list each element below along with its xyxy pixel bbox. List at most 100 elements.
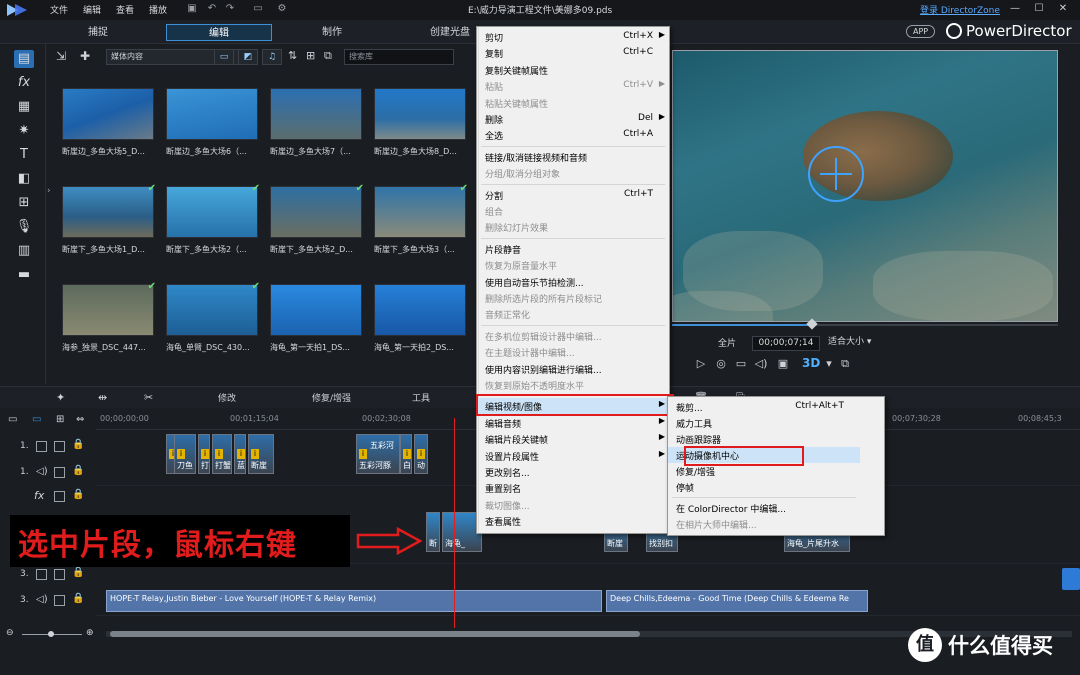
menu-item[interactable]: 查看属性 <box>477 513 669 529</box>
track-manager-icon[interactable]: ⊞ <box>56 414 64 425</box>
menu-item[interactable]: 使用自动音乐节拍检测... <box>477 274 669 290</box>
chapter-room-icon[interactable]: ▥ <box>14 242 34 260</box>
login-link[interactable]: 登录 DirectorZone <box>920 3 1000 16</box>
preview-scrubber[interactable] <box>672 318 1058 330</box>
menu-item[interactable]: 剪切 Ctrl+X ▶ <box>477 29 669 45</box>
menu-item[interactable]: 全选 Ctrl+A <box>477 127 669 143</box>
import-icon[interactable]: ⇲ <box>56 49 66 63</box>
zoom-handle[interactable] <box>48 631 54 637</box>
pip-room-icon[interactable]: ▦ <box>14 98 34 116</box>
redo-icon[interactable]: ↷ <box>224 3 236 15</box>
menu-item[interactable]: 停帧 <box>668 479 860 495</box>
menu-item[interactable]: 复制 Ctrl+C <box>477 45 669 61</box>
media-library-item[interactable]: ✔ 断崖下_多鱼大场2_D... <box>270 183 364 280</box>
menu-item[interactable]: 编辑片段关键帧 ▶ <box>477 431 669 447</box>
filter-audio-icon[interactable]: ♫ <box>262 49 282 65</box>
media-library-item[interactable]: ✔ 断崖下_多鱼大场2（... <box>166 183 260 280</box>
menu-item[interactable]: 威力工具 <box>668 415 860 431</box>
menu-item[interactable]: 在 ColorDirector 中编辑... <box>668 500 860 516</box>
thumbnail-size-icon[interactable]: ⧉ <box>324 49 332 63</box>
media-library-item[interactable]: 断崖边_多鱼大场7（... <box>270 88 362 182</box>
library-search-input[interactable]: 搜索库 <box>344 49 454 65</box>
timeline-zoom-slider[interactable]: ⊖ ⊕ <box>6 628 96 640</box>
subtitle-room-icon[interactable]: ▬ <box>14 266 34 284</box>
lock-icon[interactable]: 🔒 <box>72 439 84 450</box>
media-library-item[interactable]: ✔ 海龟_单臂_DSC_430... <box>166 281 260 378</box>
video-clip[interactable]: i蓝 <box>234 434 246 474</box>
preview-quality[interactable]: 全片 <box>702 336 752 349</box>
filter-video-icon[interactable]: ▭ <box>214 49 234 65</box>
menu-item[interactable]: 更改别名... <box>477 464 669 480</box>
video-clip[interactable]: i 刀鱼 <box>174 434 196 474</box>
video-clip[interactable]: i 断崖 <box>248 434 274 474</box>
audio-clip[interactable]: HOPE-T Relay,Justin Bieber - Love Yourse… <box>106 590 602 612</box>
scissors-icon[interactable]: ✂ <box>144 391 153 404</box>
volume-icon[interactable]: ◁) <box>754 357 768 371</box>
zoom-in-icon[interactable]: ⊕ <box>86 628 94 638</box>
video-clip[interactable]: i打 <box>198 434 210 474</box>
menu-file[interactable]: 文件 <box>50 3 68 16</box>
save-icon[interactable]: ▣ <box>186 3 198 15</box>
fix-enhance-button[interactable]: 修复/增强 <box>312 391 351 404</box>
tab-edit[interactable]: 编辑 <box>166 24 272 41</box>
timecode-display[interactable]: 00;00;07;14 <box>752 336 820 351</box>
external-display-icon[interactable]: ▣ <box>776 357 790 371</box>
video-clip[interactable]: i 打蟹 <box>212 434 232 474</box>
plugin-icon[interactable]: ✚ <box>80 49 90 63</box>
media-room-icon[interactable]: ▤ <box>14 50 34 68</box>
audio-mixing-room-icon[interactable]: ⊞ <box>14 194 34 212</box>
split-icon[interactable]: ⇹ <box>98 391 107 404</box>
menu-item[interactable]: 链接/取消链接视频和音频 <box>477 149 669 165</box>
aspect-ratio-icon[interactable]: ▭ <box>246 3 270 15</box>
menu-play[interactable]: 播放 <box>149 3 167 16</box>
menu-item[interactable]: 编辑音频 ▶ <box>477 415 669 431</box>
undo-icon[interactable]: ↶ <box>206 3 218 15</box>
audio-clip[interactable]: Deep Chills,Edeema - Good Time (Deep Chi… <box>606 590 868 612</box>
chevron-down-icon[interactable]: ▾ <box>822 357 836 371</box>
tab-produce[interactable]: 制作 <box>282 24 382 41</box>
side-share-icon[interactable] <box>1062 568 1080 590</box>
voice-over-room-icon[interactable]: 🎙 <box>14 218 34 236</box>
grid-view-icon[interactable]: ⊞ <box>306 49 315 62</box>
play-icon[interactable]: ▷ <box>694 357 708 371</box>
lock-icon[interactable]: 🔒 <box>72 489 84 500</box>
playhead[interactable] <box>454 418 455 628</box>
menu-item[interactable]: 使用内容识别编辑进行编辑... <box>477 361 669 377</box>
close-icon[interactable]: ✕ <box>1054 2 1072 16</box>
track-enable-checkbox[interactable] <box>54 595 65 606</box>
media-library-item[interactable]: 断崖边_多鱼大场8_D... <box>374 88 466 182</box>
minimize-icon[interactable]: — <box>1006 2 1024 16</box>
media-library-item[interactable]: ✔ 断崖下_多鱼大场3（... <box>374 183 468 280</box>
menu-item[interactable]: 分割 Ctrl+T <box>477 187 669 203</box>
menu-edit[interactable]: 编辑 <box>83 3 101 16</box>
lock-icon[interactable]: 🔒 <box>72 465 84 476</box>
tab-capture[interactable]: 捕捉 <box>48 24 148 41</box>
track-enable-checkbox[interactable] <box>54 441 65 452</box>
maximize-icon[interactable]: ☐ <box>1030 2 1048 16</box>
media-library-item[interactable]: ✔ 断崖下_多鱼大场1_D... <box>62 183 156 280</box>
menu-item[interactable]: 动画跟踪器 <box>668 431 860 447</box>
video-clip[interactable]: i白 <box>400 434 412 474</box>
preview-window[interactable] <box>672 50 1058 322</box>
title-room-icon[interactable]: T <box>14 146 34 164</box>
track-enable-checkbox[interactable] <box>54 569 65 580</box>
video-clip[interactable]: 断 <box>426 512 440 552</box>
subtitle-icon[interactable]: ▭ <box>734 357 748 371</box>
modify-button[interactable]: 修改 <box>218 391 236 404</box>
tools-button[interactable]: 工具 <box>412 391 430 404</box>
scrollbar-thumb[interactable] <box>110 631 640 637</box>
media-library-item[interactable]: 海龟_第一天拍2_DS... <box>374 284 466 378</box>
undock-icon[interactable]: ⧉ <box>838 357 852 371</box>
menu-item[interactable]: 片段静音 <box>477 241 669 257</box>
menu-item[interactable]: 设置片段属性 ▶ <box>477 448 669 464</box>
transition-room-icon[interactable]: ◧ <box>14 170 34 188</box>
media-library-item[interactable]: 断崖边_多鱼大场5_D... <box>62 88 154 182</box>
track-lane-audio-3[interactable]: HOPE-T Relay,Justin Bieber - Love Yourse… <box>96 588 1080 616</box>
lock-icon[interactable]: 🔒 <box>72 593 84 604</box>
filter-image-icon[interactable]: ◩ <box>238 49 258 65</box>
snapshot-icon[interactable]: ◎ <box>714 357 728 371</box>
menu-item[interactable]: 复制关键帧属性 <box>477 62 669 78</box>
3d-mode-button[interactable]: 3D <box>802 356 820 370</box>
fit-size-select[interactable]: 适合大小 ▾ <box>828 336 886 351</box>
storyboard-view-icon[interactable]: ▭ <box>8 414 17 425</box>
